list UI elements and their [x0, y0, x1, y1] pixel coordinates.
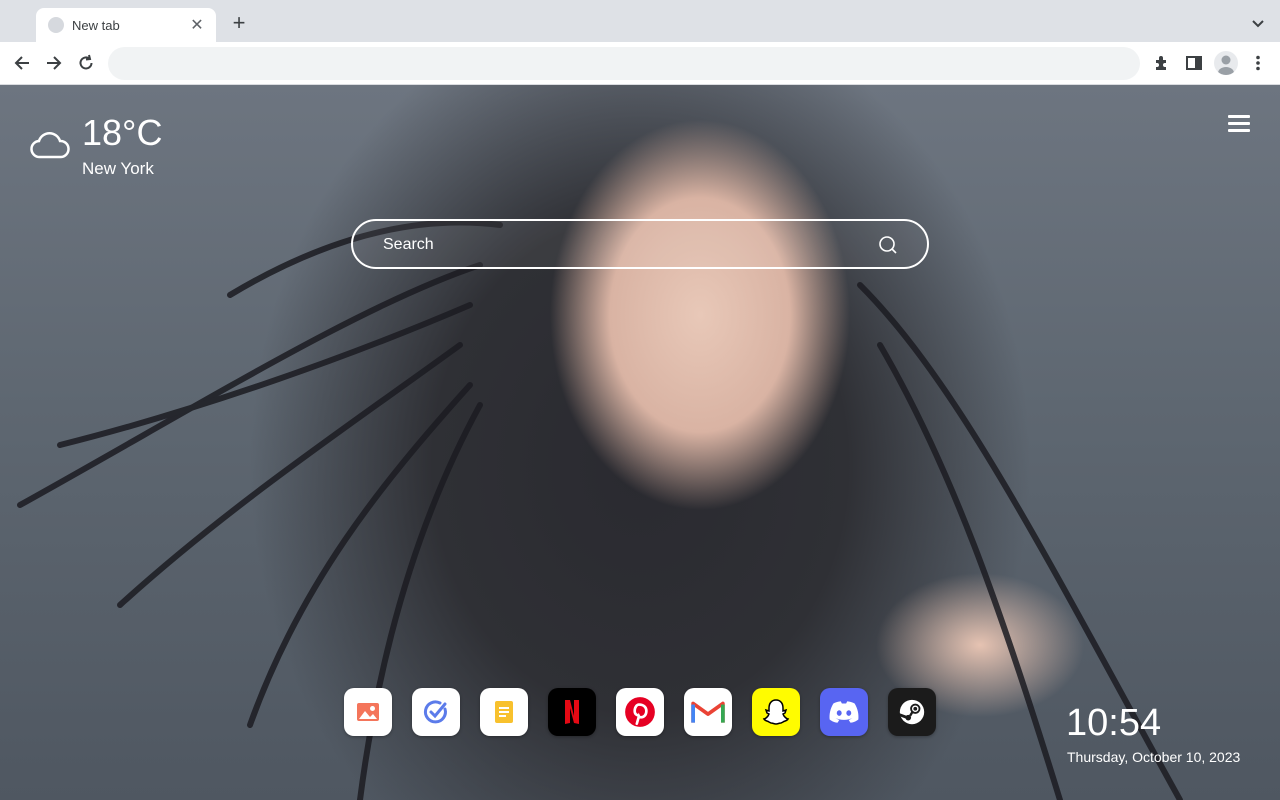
app-dock — [344, 688, 936, 736]
search-bar[interactable] — [351, 219, 929, 269]
profile-avatar-icon[interactable] — [1214, 51, 1238, 75]
side-panel-icon[interactable] — [1184, 53, 1204, 73]
discord-icon — [829, 701, 859, 723]
notes-app[interactable] — [480, 688, 528, 736]
netflix-icon — [565, 700, 579, 724]
check-circle-icon — [423, 700, 447, 724]
photos-app[interactable] — [344, 688, 392, 736]
new-tab-button[interactable]: + — [228, 12, 250, 34]
wallpaper: 18°C New York Search 10:54 Thursday, Oct… — [0, 85, 1280, 800]
tab-strip: New tab ✕ + — [0, 0, 1280, 42]
more-menu-icon[interactable] — [1248, 53, 1268, 73]
pinterest-icon — [625, 697, 655, 727]
steam-app[interactable] — [888, 688, 936, 736]
browser-toolbar — [0, 42, 1280, 85]
discord-app[interactable] — [820, 688, 868, 736]
tab-title: New tab — [72, 17, 120, 33]
todo-app[interactable] — [412, 688, 460, 736]
extensions-puzzle-icon[interactable] — [1152, 53, 1172, 73]
note-icon — [495, 701, 513, 723]
cloud-icon — [30, 132, 70, 159]
hamburger-menu-icon[interactable] — [1228, 115, 1250, 133]
back-icon[interactable] — [12, 53, 32, 73]
forward-icon[interactable] — [44, 53, 64, 73]
clock-time: 10:54 — [1066, 702, 1162, 744]
weather-widget[interactable]: 18°C New York — [30, 113, 170, 183]
netflix-app[interactable] — [548, 688, 596, 736]
chevron-down-icon[interactable] — [1248, 14, 1268, 34]
reload-icon[interactable] — [76, 53, 96, 73]
clock-date: Thursday, October 10, 2023 — [1067, 749, 1241, 765]
temperature-value: 18°C — [82, 112, 163, 153]
tab-new-tab[interactable]: New tab ✕ — [36, 8, 216, 42]
tab-close-icon[interactable]: ✕ — [188, 15, 206, 35]
address-bar[interactable] — [108, 47, 1140, 80]
search-icon[interactable] — [877, 234, 899, 256]
gmail-icon — [691, 701, 725, 723]
city-name: New York — [82, 159, 154, 178]
snapchat-icon — [762, 699, 790, 725]
steam-icon — [898, 699, 925, 725]
snapchat-app[interactable] — [752, 688, 800, 736]
search-input[interactable] — [381, 221, 865, 269]
photo-icon — [357, 703, 379, 721]
gmail-app[interactable] — [684, 688, 732, 736]
tab-favicon-icon — [48, 17, 64, 33]
pinterest-app[interactable] — [616, 688, 664, 736]
